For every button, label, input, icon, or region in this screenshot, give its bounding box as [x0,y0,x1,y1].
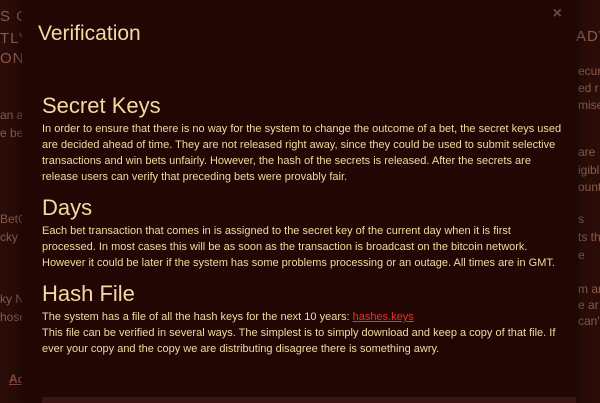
background-text: e ar [578,298,599,312]
background-text: ky N [0,292,24,306]
background-text: ed r [578,81,599,95]
section-text-hash-file: The system has a file of all the hash ke… [42,309,562,357]
background-text: cky I [0,230,25,244]
background-text: are [578,145,596,159]
background-text: ts th [578,230,600,244]
hash-file-intro-text: The system has a file of all the hash ke… [42,311,353,323]
section-heading-days: Days [42,195,93,220]
background-text: can't [578,314,600,328]
section-heading-secret-keys: Secret Keys [42,93,161,118]
background-text: e be [0,126,24,140]
modal-bottom-scroll-edge [42,397,576,403]
background-text: s [578,212,584,226]
background-text: ount [578,180,600,194]
background-text: igibl [578,163,600,177]
section-text-days: Each bet transaction that comes in is as… [42,225,555,269]
background-text: ADV [576,28,600,45]
background-text: mise [578,98,600,112]
background-text: an a [0,108,24,122]
section-text-secret-keys: In order to ensure that there is no way … [42,123,562,183]
background-text: ecur [578,64,600,78]
hash-file-detail-text: This file can be verified in several way… [42,327,556,355]
hashes-keys-link[interactable]: hashes.keys [353,311,414,323]
background-text: e [578,248,585,262]
close-icon[interactable]: × [553,6,562,22]
modal-title: Verification [38,22,141,45]
background-text: m an [578,282,600,296]
verification-modal: Verification × Secret Keys In order to e… [22,0,576,403]
section-heading-hash-file: Hash File [42,281,135,306]
modal-body: Secret Keys In order to ensure that ther… [42,93,562,367]
